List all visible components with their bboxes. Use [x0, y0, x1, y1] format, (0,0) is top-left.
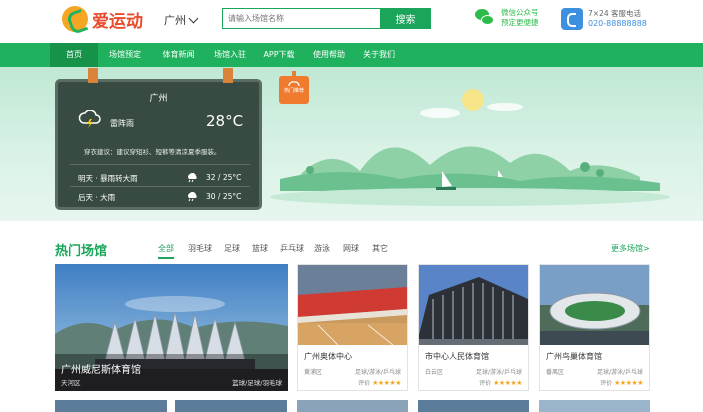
tab-all[interactable]: 全部 [158, 243, 174, 259]
more-venues-link[interactable]: 更多场馆> [611, 243, 650, 254]
forecast-day: 明天 · 暴雨转大雨 [78, 174, 138, 183]
tab-tennis[interactable]: 网球 [343, 243, 359, 254]
venue-rating: 评价 ★★★★★ [600, 378, 643, 387]
rain-cloud-icon [188, 192, 197, 202]
venue-card-next-row[interactable] [539, 400, 650, 412]
board-hanger [88, 68, 98, 83]
rating-label: 评价 [600, 380, 613, 387]
weather-desc: 雷阵雨 [110, 119, 134, 128]
nav-item-home[interactable]: 首页 [50, 43, 98, 67]
venue-area: 黄浦区 [304, 369, 323, 376]
forecast-day: 后天 · 大雨 [78, 193, 116, 202]
weather-advice: 穿衣建议：建议穿短衫、短裤等清凉夏季服装。 [84, 148, 221, 156]
star-rating-icon: ★★★★★ [614, 379, 643, 387]
wechat-icon [475, 9, 495, 27]
phone-icon [561, 8, 583, 30]
divider [70, 186, 250, 187]
badge-label: 热门推荐 [283, 88, 304, 94]
venue-card[interactable]: 市中心人民体育馆 白云区 足球/游泳/乒乓球 评价 ★★★★★ [418, 264, 529, 391]
weather-city: 广州 [149, 94, 168, 104]
hotline-number: 020-88888888 [588, 19, 647, 28]
tab-other[interactable]: 其它 [372, 243, 388, 254]
venue-card-next-row[interactable] [418, 400, 529, 412]
venue-rating: 评价 ★★★★★ [358, 378, 401, 387]
site-header: 爱运动 广州 搜索 微信公众号 预定更便捷 7×24 客服电话 020-8888… [0, 0, 703, 43]
logo-text: 爱运动 [92, 11, 143, 32]
hotline-info: 7×24 客服电话 020-88888888 [561, 8, 647, 30]
tab-badminton[interactable]: 羽毛球 [188, 243, 212, 254]
venue-name: 广州鸟巢体育馆 [546, 352, 602, 361]
chevron-down-icon [188, 13, 199, 23]
venue-name: 市中心人民体育馆 [425, 352, 489, 361]
wechat-text: 微信公众号 预定更便捷 [501, 8, 539, 28]
tab-table-tennis[interactable]: 乒乓球 [280, 243, 304, 254]
venue-card-next-row[interactable] [55, 400, 167, 412]
tab-basketball[interactable]: 篮球 [252, 243, 268, 254]
star-rating-icon: ★★★★★ [372, 379, 401, 387]
thunderstorm-icon [78, 110, 101, 128]
wechat-info[interactable]: 微信公众号 预定更便捷 [475, 8, 539, 28]
weather-temp: 28°C [206, 112, 244, 130]
featured-venue-name: 广州威尼斯体育馆 [61, 365, 141, 376]
venue-card-next-row[interactable] [175, 400, 287, 412]
logo-icon [62, 6, 88, 32]
venue-area: 白云区 [425, 369, 444, 376]
nav-item-about[interactable]: 关于我们 [355, 43, 403, 67]
logo[interactable]: 爱运动 [62, 6, 143, 32]
venue-tags: 足球/游泳/乒乓球 [354, 369, 401, 376]
rating-label: 评价 [479, 380, 492, 387]
venue-tags: 足球/游泳/乒乓球 [475, 369, 522, 376]
venue-photo [298, 265, 407, 345]
tab-football[interactable]: 足球 [224, 243, 240, 254]
forecast-temp: 32 / 25°C [206, 173, 242, 182]
search-bar: 搜索 [222, 8, 431, 29]
venue-card-next-row[interactable] [297, 400, 408, 412]
featured-venue-area: 天河区 [61, 379, 81, 387]
divider [70, 164, 250, 165]
venue-name: 广州奥体中心 [304, 352, 352, 361]
venue-card[interactable]: 广州奥体中心 黄浦区 足球/游泳/乒乓球 评价 ★★★★★ [297, 264, 408, 391]
city-selector[interactable]: 广州 [164, 12, 199, 28]
search-input[interactable] [222, 8, 380, 29]
venue-area: 番禺区 [546, 369, 565, 376]
phone-text: 7×24 客服电话 020-88888888 [588, 9, 647, 29]
featured-venue-tags: 篮球/足球/羽毛球 [232, 379, 282, 387]
venue-rating: 评价 ★★★★★ [479, 378, 522, 387]
venue-card[interactable]: 广州鸟巢体育馆 番禺区 足球/游泳/乒乓球 评价 ★★★★★ [539, 264, 650, 391]
wechat-line2: 预定更便捷 [501, 18, 539, 27]
board-hanger [223, 68, 233, 83]
nav-item-join[interactable]: 场馆入驻 [205, 43, 255, 67]
nav-item-booking[interactable]: 场馆预定 [100, 43, 150, 67]
rating-label: 评价 [358, 380, 371, 387]
nav-item-app[interactable]: APP下载 [254, 43, 304, 67]
hero-banner: 广州 雷阵雨 28°C 穿衣建议：建议穿短衫、短裤等清凉夏季服装。 明天 · 暴… [0, 67, 703, 221]
rain-cloud-icon [188, 173, 197, 183]
forecast-temp: 30 / 25°C [206, 192, 242, 201]
nav-item-news[interactable]: 体育新闻 [153, 43, 204, 67]
wechat-line1: 微信公众号 [501, 8, 539, 17]
weather-widget: 广州 雷阵雨 28°C 穿衣建议：建议穿短衫、短裤等清凉夏季服装。 明天 · 暴… [55, 68, 262, 210]
hot-recommend-badge[interactable]: 热门推荐 [279, 71, 309, 107]
venue-tags: 足球/游泳/乒乓球 [596, 369, 643, 376]
tab-swimming[interactable]: 游泳 [314, 243, 330, 254]
featured-venue-card[interactable]: 广州威尼斯体育馆 天河区 篮球/足球/羽毛球 [55, 264, 288, 391]
search-button[interactable]: 搜索 [380, 8, 431, 29]
venue-photo [419, 265, 528, 345]
city-label: 广州 [164, 14, 186, 27]
main-nav: 首页 场馆预定 体育新闻 场馆入驻 APP下载 使用帮助 关于我们 [0, 43, 703, 67]
venue-photo [540, 265, 649, 345]
hotline-label: 7×24 客服电话 [588, 9, 641, 18]
nav-item-help[interactable]: 使用帮助 [304, 43, 354, 67]
section-title: 热门场馆 [55, 244, 108, 259]
star-rating-icon: ★★★★★ [493, 379, 522, 387]
